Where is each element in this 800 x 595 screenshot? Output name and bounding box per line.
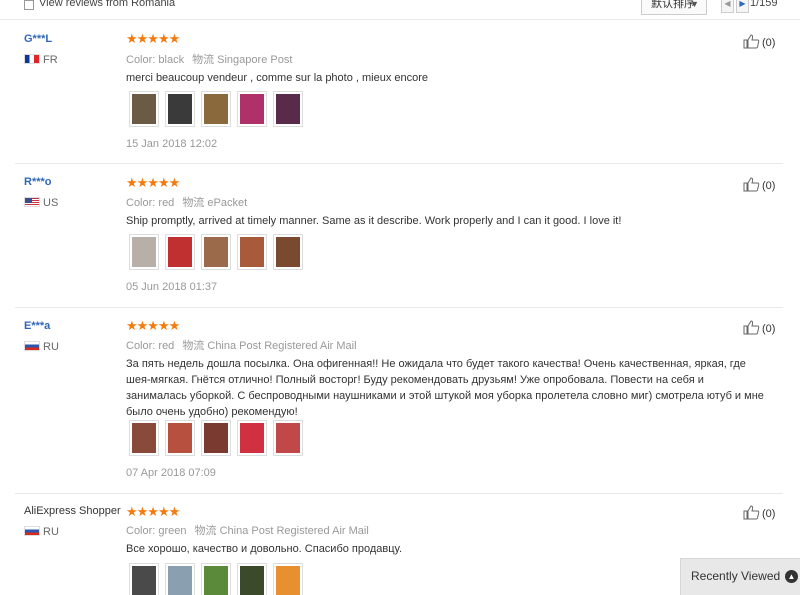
reviewer-name[interactable]: R***o	[24, 176, 52, 188]
reviews-toolbar: View reviews from Romania 默认排序 ▼ ◀ ▶ 1/1…	[0, 0, 800, 20]
review-item: E***a RU ★★★★★ Color: red 物流 China Post R…	[0, 308, 783, 494]
helpful-button[interactable]: (0)	[743, 34, 775, 49]
recently-viewed-panel[interactable]: Recently Viewed ▲	[680, 558, 800, 595]
review-photo-thumbnail[interactable]	[273, 420, 303, 456]
review-photo-thumbnail[interactable]	[165, 234, 195, 270]
review-text: merci beaucoup vendeur , comme sur la ph…	[126, 72, 429, 84]
reviewer-name[interactable]: AliExpress Shopper	[24, 505, 121, 517]
star-rating: ★★★★★	[126, 504, 180, 519]
review-text: Ship promptly, arrived at timely manner.…	[126, 215, 622, 227]
color-value: red	[158, 197, 175, 209]
review-photos	[129, 234, 303, 270]
star-rating: ★★★★★	[126, 31, 180, 46]
review-photo-thumbnail[interactable]	[201, 91, 231, 127]
order-info: Color: green 物流 China Post Registered Air…	[126, 522, 369, 538]
thumbs-up-icon	[743, 505, 760, 520]
color-value: green	[158, 525, 187, 537]
helpful-button[interactable]: (0)	[743, 320, 775, 335]
chevron-down-icon: ▼	[690, 0, 699, 9]
helpful-count: (0)	[762, 323, 776, 335]
review-item: G***L FR ★★★★★ Color: black 物流 Singapore …	[0, 20, 783, 164]
review-item: R***o US ★★★★★ Color: red 物流 ePacket Ship…	[0, 164, 783, 308]
review-photo-thumbnail[interactable]	[165, 420, 195, 456]
reviewer-name[interactable]: G***L	[24, 33, 52, 45]
review-photo-thumbnail[interactable]	[129, 420, 159, 456]
color-value: red	[158, 340, 175, 352]
star-rating: ★★★★★	[126, 318, 180, 333]
review-date: 15 Jan 2018 12:02	[126, 138, 218, 150]
page-indicator: 1/159	[750, 0, 778, 9]
shipping-label: 物流	[182, 197, 205, 209]
review-photo-thumbnail[interactable]	[201, 563, 231, 595]
review-photo-thumbnail[interactable]	[237, 91, 267, 127]
flag-ru-icon	[24, 341, 40, 351]
review-photo-thumbnail[interactable]	[273, 563, 303, 595]
flag-ru-icon	[24, 526, 40, 536]
thumbs-up-icon	[743, 320, 760, 335]
review-photo-thumbnail[interactable]	[237, 420, 267, 456]
color-label: Color:	[126, 340, 156, 352]
order-info: Color: red 物流 ePacket	[126, 194, 247, 210]
review-photo-thumbnail[interactable]	[201, 234, 231, 270]
shipping-value: China Post Registered Air Mail	[219, 525, 369, 537]
review-item: AliExpress Shopper RU ★★★★★ Color: green…	[0, 494, 783, 595]
shipping-value: Singapore Post	[217, 54, 293, 66]
country-code: FR	[43, 54, 58, 66]
order-info: Color: red 物流 China Post Registered Air M…	[126, 337, 357, 353]
prev-page-button[interactable]: ◀	[721, 0, 734, 13]
helpful-count: (0)	[762, 508, 776, 520]
review-photo-thumbnail[interactable]	[129, 91, 159, 127]
reviewer-country: RU	[24, 341, 59, 353]
review-text: За пять недель дошла посылка. Она офиген…	[126, 358, 764, 418]
shipping-label: 物流	[194, 525, 217, 537]
review-photo-thumbnail[interactable]	[201, 420, 231, 456]
review-date: 05 Jun 2018 01:37	[126, 281, 218, 293]
order-info: Color: black 物流 Singapore Post	[126, 51, 292, 67]
reviewer-country: FR	[24, 54, 58, 66]
review-photo-thumbnail[interactable]	[273, 234, 303, 270]
review-text: Все хорошо, качество и довольно. Спасибо…	[126, 543, 403, 555]
helpful-button[interactable]: (0)	[743, 177, 775, 192]
shipping-value: China Post Registered Air Mail	[207, 340, 357, 352]
review-photos	[129, 563, 303, 595]
flag-us-icon	[24, 197, 40, 207]
review-photo-thumbnail[interactable]	[273, 91, 303, 127]
review-photo-thumbnail[interactable]	[165, 91, 195, 127]
review-photo-thumbnail[interactable]	[237, 234, 267, 270]
reviewer-name[interactable]: E***a	[24, 320, 50, 332]
reviewer-country: RU	[24, 526, 59, 538]
review-photos	[129, 91, 303, 127]
review-date: 07 Apr 2018 07:09	[126, 467, 216, 479]
shipping-value: ePacket	[207, 197, 248, 209]
romania-filter-label[interactable]: View reviews from Romania	[39, 0, 175, 9]
color-label: Color:	[126, 525, 156, 537]
romania-filter-checkbox[interactable]	[24, 0, 34, 10]
shipping-label: 物流	[192, 54, 215, 66]
helpful-count: (0)	[762, 180, 776, 192]
shipping-label: 物流	[182, 340, 205, 352]
country-code: US	[43, 197, 59, 209]
helpful-button[interactable]: (0)	[743, 505, 775, 520]
review-photo-thumbnail[interactable]	[129, 563, 159, 595]
flag-fr-icon	[24, 54, 40, 64]
review-photos	[129, 420, 303, 456]
helpful-count: (0)	[762, 37, 776, 49]
review-photo-thumbnail[interactable]	[129, 234, 159, 270]
chevron-up-icon[interactable]: ▲	[785, 570, 798, 583]
country-code: RU	[43, 526, 59, 538]
thumbs-up-icon	[743, 177, 760, 192]
next-page-button[interactable]: ▶	[736, 0, 749, 13]
review-photo-thumbnail[interactable]	[237, 563, 267, 595]
star-rating: ★★★★★	[126, 175, 180, 190]
review-photo-thumbnail[interactable]	[165, 563, 195, 595]
color-value: black	[158, 54, 185, 66]
sort-dropdown-label: 默认排序	[651, 0, 695, 10]
color-label: Color:	[126, 54, 156, 66]
reviewer-country: US	[24, 197, 58, 209]
recently-viewed-label: Recently Viewed	[691, 569, 781, 583]
sort-dropdown[interactable]: 默认排序 ▼	[641, 0, 707, 15]
thumbs-up-icon	[743, 34, 760, 49]
country-code: RU	[43, 341, 59, 353]
color-label: Color:	[126, 197, 156, 209]
